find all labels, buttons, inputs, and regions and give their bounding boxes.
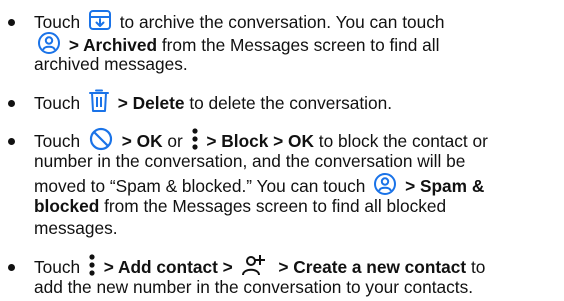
ui-path-text: blocked [34,195,100,216]
text-line: Touch > Add contact > > Create a new con… [34,253,556,277]
text-line: messages. [34,217,556,240]
bullet [8,19,15,26]
text-run: to archive the conversation. You can tou… [119,12,445,32]
text-run: from the Messages screen to find all blo… [104,195,447,216]
text-run: to [470,257,486,277]
text-run: to delete the conversation. [189,93,393,113]
text-line: > Archived from the Messages screen to f… [34,31,556,55]
list-item-text: Touch > OK or > Block > OK to block the … [34,127,556,240]
text-run: Touch [34,93,81,113]
text-run: Touch [34,12,81,32]
list-item-text: Touch > Delete to delete the conversatio… [34,89,556,113]
ui-path-text: > Create a new contact [278,257,467,277]
text-line: blocked from the Messages screen to find… [34,195,556,218]
text-line: Touch > OK or > Block > OK to block the … [34,127,556,151]
account-icon [37,31,61,55]
text-run: Touch [34,131,81,151]
text-line: archived messages. [34,53,556,76]
trash-icon [88,89,110,113]
text-line: Touch > Delete to delete the conversatio… [34,89,556,113]
text-run: add the new number in the conversation t… [34,276,474,297]
text-run: from the Messages screen to find all [161,34,440,55]
text-run: to block the contact or [318,131,488,151]
text-run: Touch [34,257,81,277]
text-run: or [167,131,183,151]
ui-path-text: > Spam & [405,176,485,196]
bullet [8,100,15,107]
text-line: moved to “Spam & blocked.” You can touch… [34,172,556,196]
ui-path-text: > OK [121,131,163,151]
ui-path-text: > Delete [117,93,185,113]
text-run: archived messages. [34,54,188,74]
text-run: number in the conversation, and the conv… [34,150,466,171]
ui-path-text: > Add contact > [103,257,233,277]
ui-path-text: > Archived [68,34,158,55]
add-person-icon [241,253,271,277]
list-item-text: Touch to archive the conversation. You c… [34,8,556,76]
more-vert-icon [191,127,199,151]
archive-icon [88,8,112,32]
ui-path-text: > Block > OK [206,131,314,151]
text-line: add the new number in the conversation t… [34,276,556,299]
text-line: Touch to archive the conversation. You c… [34,8,556,32]
instructions-document: Touch to archive the conversation. You c… [0,0,564,301]
account-icon [373,172,397,196]
more-vert-icon [88,253,96,277]
block-icon [88,127,114,151]
bullet [8,264,15,271]
text-run: messages. [34,218,118,238]
list-item-text: Touch > Add contact > > Create a new con… [34,253,556,298]
bullet [8,138,15,145]
text-line: number in the conversation, and the conv… [34,150,556,173]
text-run: moved to “Spam & blocked.” You can touch [34,176,366,196]
